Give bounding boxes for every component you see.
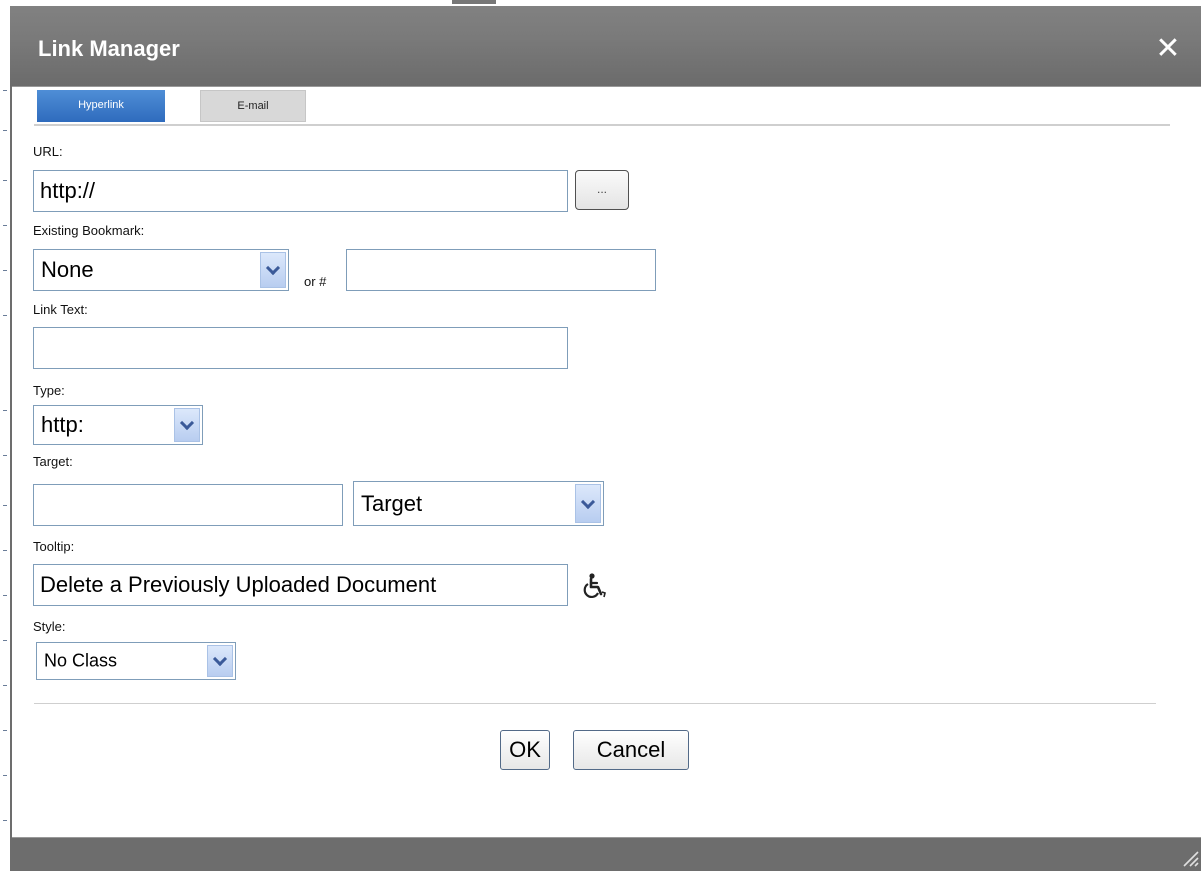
url-input[interactable] — [33, 170, 568, 212]
target-select[interactable]: Target — [353, 481, 604, 526]
bg-tick — [3, 90, 7, 91]
link-manager-dialog: Link Manager ✕ Hyperlink E-mail URL: ...… — [10, 6, 1201, 871]
tab-hyperlink[interactable]: Hyperlink — [37, 90, 165, 122]
tab-underline — [34, 124, 1170, 126]
bg-tick — [3, 505, 7, 506]
form-divider — [34, 703, 1156, 704]
cancel-button[interactable]: Cancel — [573, 730, 689, 770]
bookmark-anchor-input[interactable] — [346, 249, 656, 291]
bookmark-label: Existing Bookmark: — [33, 223, 145, 238]
bg-tick — [3, 820, 7, 821]
chevron-down-icon[interactable] — [260, 252, 286, 288]
tooltip-label: Tooltip: — [33, 539, 75, 554]
chevron-down-icon[interactable] — [174, 408, 200, 442]
type-select[interactable]: http: — [33, 405, 203, 445]
bg-tick — [3, 550, 7, 551]
bg-tick — [3, 270, 7, 271]
target-label: Target: — [33, 454, 73, 469]
link-text-label: Link Text: — [33, 302, 88, 317]
browse-button[interactable]: ... — [575, 170, 629, 210]
type-select-value: http: — [41, 412, 84, 437]
close-icon[interactable]: ✕ — [1153, 34, 1183, 64]
bg-tick — [3, 455, 7, 456]
bg-tick — [3, 640, 7, 641]
top-grip — [452, 0, 496, 4]
style-label: Style: — [33, 619, 66, 634]
bg-link-fragment — [2, 356, 7, 370]
or-hash-label: or # — [304, 274, 327, 289]
url-label: URL: — [33, 144, 63, 159]
bg-tick — [3, 685, 7, 686]
dialog-content: Hyperlink E-mail URL: ... Existing Bookm… — [12, 86, 1201, 838]
ok-button[interactable]: OK — [500, 730, 550, 770]
target-select-value: Target — [361, 490, 423, 516]
chevron-down-icon[interactable] — [575, 484, 601, 523]
style-select-value: No Class — [44, 650, 118, 671]
resize-grip-icon[interactable] — [1181, 849, 1199, 867]
target-input[interactable] — [33, 484, 343, 526]
bg-tick — [3, 315, 7, 316]
chevron-down-icon[interactable] — [207, 645, 233, 677]
bg-tick — [3, 410, 7, 411]
bg-tick — [3, 730, 7, 731]
bookmark-select[interactable]: None — [33, 249, 289, 291]
type-label: Type: — [33, 383, 65, 398]
bg-tick — [3, 225, 7, 226]
bg-tick — [3, 180, 7, 181]
bg-tick — [3, 775, 7, 776]
bg-tick — [3, 595, 7, 596]
bg-tick — [3, 130, 7, 131]
tab-email[interactable]: E-mail — [200, 90, 306, 122]
dialog-titlebar[interactable]: Link Manager ✕ — [10, 6, 1201, 86]
tooltip-input[interactable] — [33, 564, 568, 606]
dialog-title: Link Manager — [38, 36, 180, 61]
style-select[interactable]: No Class — [36, 642, 236, 680]
link-text-input[interactable] — [33, 327, 568, 369]
accessibility-icon[interactable] — [580, 572, 608, 600]
bookmark-select-value: None — [41, 257, 94, 282]
